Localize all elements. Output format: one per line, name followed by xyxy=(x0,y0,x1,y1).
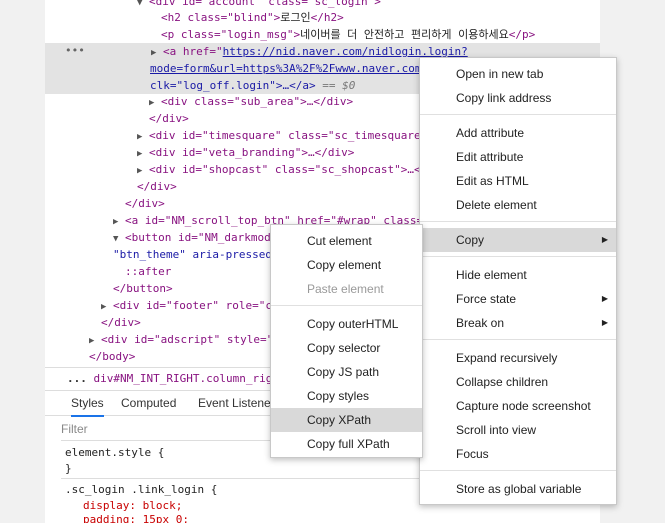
menu-edit-attribute[interactable]: Edit attribute xyxy=(420,145,616,169)
menu-copy-xpath[interactable]: Copy XPath xyxy=(271,408,422,432)
menu-hide-element[interactable]: Hide element xyxy=(420,263,616,287)
tab-event-listeners[interactable]: Event Listener xyxy=(198,391,275,415)
menu-separator xyxy=(420,221,616,222)
menu-focus[interactable]: Focus xyxy=(420,442,616,466)
menu-copy-styles[interactable]: Copy styles xyxy=(271,384,422,408)
menu-separator xyxy=(420,256,616,257)
tree-line-p[interactable]: <p class="login_msg">네이버를 더 안전하고 편리하게 이용… xyxy=(161,26,600,43)
menu-copy-link[interactable]: Copy link address xyxy=(420,86,616,110)
style-rule-close: } xyxy=(65,462,72,475)
menu-expand-recursively[interactable]: Expand recursively xyxy=(420,346,616,370)
menu-paste-element: Paste element xyxy=(307,282,384,296)
menu-capture-screenshot[interactable]: Capture node screenshot xyxy=(420,394,616,418)
menu-store-global[interactable]: Store as global variable xyxy=(420,477,616,501)
menu-copy-full-xpath[interactable]: Copy full XPath xyxy=(271,432,422,456)
breadcrumb-item[interactable]: div#NM_INT_RIGHT xyxy=(94,372,200,385)
tab-styles[interactable]: Styles xyxy=(71,391,104,417)
submenu-arrow-icon: ▶ xyxy=(601,294,608,303)
menu-separator xyxy=(420,339,616,340)
menu-copy[interactable]: Copy ▶ xyxy=(420,228,616,252)
more-dots-icon[interactable]: ••• xyxy=(65,44,85,57)
copy-submenu: Cut element Copy element Paste element C… xyxy=(270,224,423,458)
menu-separator xyxy=(420,114,616,115)
menu-open-new-tab[interactable]: Open in new tab xyxy=(420,62,616,86)
menu-add-attribute[interactable]: Add attribute xyxy=(420,121,616,145)
menu-copy-selector[interactable]: Copy selector xyxy=(271,336,422,360)
menu-separator xyxy=(420,470,616,471)
menu-force-state[interactable]: Force state ▶ xyxy=(420,287,616,311)
menu-break-on[interactable]: Break on ▶ xyxy=(420,311,616,335)
submenu-arrow-icon: ▶ xyxy=(601,235,608,244)
style-prop-display[interactable]: display: block; xyxy=(83,498,182,513)
tab-computed[interactable]: Computed xyxy=(121,391,176,415)
menu-collapse-children[interactable]: Collapse children xyxy=(420,370,616,394)
submenu-arrow-icon: ▶ xyxy=(601,318,608,327)
menu-cut-element[interactable]: Cut element xyxy=(271,229,422,253)
left-gutter xyxy=(0,0,45,523)
menu-copy-element[interactable]: Copy element xyxy=(271,253,422,277)
style-rule-selector[interactable]: .sc_login .link_login { xyxy=(65,482,217,497)
menu-copy-js-path[interactable]: Copy JS path xyxy=(271,360,422,384)
styles-filter-input[interactable]: Filter xyxy=(61,419,281,439)
style-rule-element[interactable]: element.style { xyxy=(65,445,164,460)
menu-copy-outerhtml[interactable]: Copy outerHTML xyxy=(271,312,422,336)
menu-scroll-into-view[interactable]: Scroll into view xyxy=(420,418,616,442)
menu-delete-element[interactable]: Delete element xyxy=(420,193,616,217)
context-menu: Open in new tab Copy link address Add at… xyxy=(419,57,617,505)
style-prop-padding[interactable]: padding: 15px 0; xyxy=(83,512,189,523)
menu-separator xyxy=(271,305,422,306)
menu-edit-html[interactable]: Edit as HTML xyxy=(420,169,616,193)
tree-line-h2[interactable]: <h2 class="blind">로그인</h2> xyxy=(161,9,600,26)
